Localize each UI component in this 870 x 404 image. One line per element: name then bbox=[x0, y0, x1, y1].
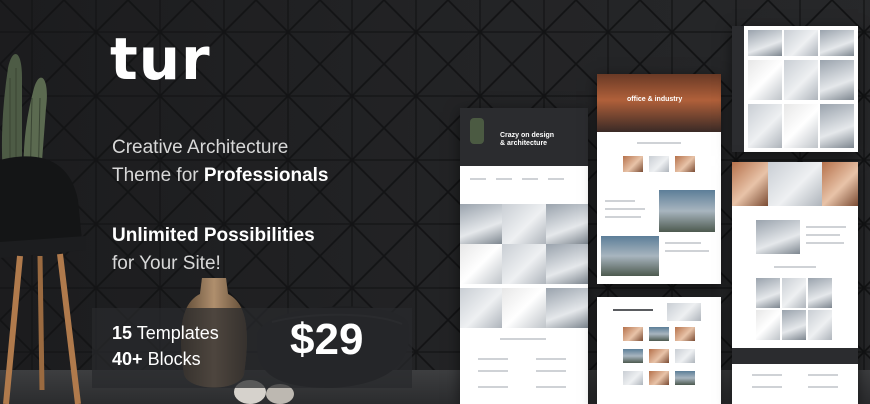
stat-blocks: 40+ Blocks bbox=[112, 346, 219, 372]
screen-hero-title: office & industry bbox=[627, 96, 683, 103]
tagline-line-2: Theme for Professionals bbox=[112, 162, 328, 190]
templates-label: Templates bbox=[136, 323, 219, 343]
templates-count: 15 bbox=[112, 323, 133, 343]
tagline-prefix: Theme for bbox=[112, 165, 204, 186]
tagline: Creative Architecture Theme for Professi… bbox=[112, 134, 328, 190]
screen-hero-line-1: Crazy on design bbox=[500, 132, 555, 139]
screen-hero: office & industry bbox=[597, 74, 721, 132]
features-headline: Unlimited Possibilities for Your Site! bbox=[112, 222, 315, 278]
screen-hero: Crazy on design & architecture bbox=[460, 108, 588, 166]
blocks-count: 40+ bbox=[112, 349, 143, 369]
blocks-label: Blocks bbox=[147, 349, 201, 369]
preview-screen-portfolio bbox=[597, 297, 721, 404]
stat-templates: 15 Templates bbox=[112, 320, 219, 346]
preview-screen-office: office & industry bbox=[597, 74, 721, 284]
price-tag: $29 bbox=[290, 315, 364, 364]
chair-image bbox=[0, 156, 86, 404]
screen-hero-title: Crazy on design & architecture bbox=[500, 132, 554, 148]
features-line-2: for Your Site! bbox=[112, 253, 221, 274]
tagline-bold: Professionals bbox=[203, 165, 329, 186]
preview-screen-home: Crazy on design & architecture bbox=[460, 108, 588, 404]
preview-screen-gallery bbox=[732, 26, 858, 152]
tagline-line-1: Creative Architecture bbox=[112, 137, 289, 158]
screen-hero-line-2: & architecture bbox=[500, 140, 548, 147]
features-line-1: Unlimited Possibilities bbox=[112, 225, 315, 246]
preview-screen-about bbox=[732, 162, 858, 404]
stats-list: 15 Templates 40+ Blocks bbox=[112, 320, 219, 372]
brand-logo: tur bbox=[110, 25, 211, 93]
